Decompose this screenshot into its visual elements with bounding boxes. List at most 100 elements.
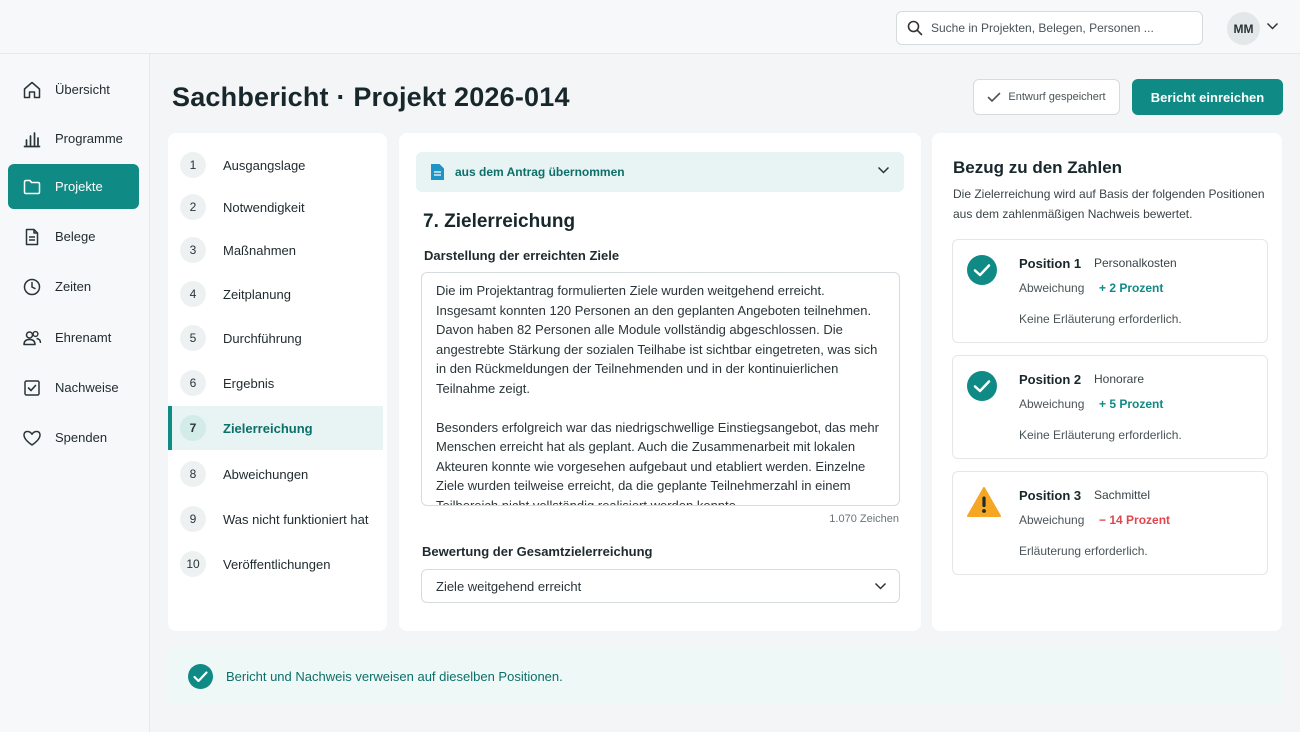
step-label: Ausgangslage [223, 157, 306, 173]
deviation-value: − 14 Prozent [1099, 513, 1171, 527]
home-icon [23, 81, 41, 98]
rating-select[interactable]: Ziele weitgehend erreicht [421, 569, 900, 603]
step-label: Maßnahmen [223, 242, 296, 258]
goals-textarea[interactable]: Die im Projektantrag formulierten Ziele … [421, 272, 900, 506]
step-number: 5 [180, 325, 206, 351]
sidebar-item-label: Übersicht [55, 82, 110, 97]
sidebar-item-label: Nachweise [55, 380, 119, 395]
clock-icon [23, 278, 41, 295]
step-number: 6 [180, 370, 206, 396]
sidebar-item-nachweise[interactable]: Nachweise [8, 365, 139, 410]
rating-value: Ziele weitgehend erreicht [436, 578, 582, 594]
text-field-label: Darstellung der erreichten Ziele [424, 248, 620, 263]
step-item[interactable]: 9 Was nicht funktioniert hat [168, 497, 383, 541]
step-number: 9 [180, 506, 206, 532]
sidebar-item-zeiten[interactable]: Zeiten [8, 264, 139, 309]
check-circle-icon [188, 663, 213, 689]
position-note: Erläuterung erforderlich. [1019, 544, 1148, 558]
position-card: Position 3 Sachmittel Abweichung − 14 Pr… [952, 471, 1268, 575]
search-box[interactable] [896, 11, 1203, 45]
sidebar: Übersicht Programme Projekte Belege Zeit… [0, 54, 150, 732]
chevron-down-icon[interactable] [1266, 22, 1279, 31]
position-type: Sachmittel [1094, 488, 1151, 502]
deviation-label: Abweichung [1019, 397, 1085, 411]
banner-label: aus dem Antrag übernommen [455, 165, 625, 179]
numbers-panel: Bezug zu den Zahlen Die Zielerreichung w… [932, 133, 1282, 631]
step-label: Notwendigkeit [223, 199, 305, 215]
sidebar-item-label: Belege [55, 229, 96, 244]
step-label: Zielerreichung [223, 420, 313, 436]
step-item[interactable]: 5 Durchführung [168, 316, 383, 360]
sidebar-item-projekte[interactable]: Projekte [8, 164, 139, 209]
sidebar-item-label: Programme [55, 131, 123, 146]
rating-label: Bewertung der Gesamtzielerreichung [422, 544, 653, 559]
search-icon [907, 20, 923, 36]
position-note: Keine Erläuterung erforderlich. [1019, 428, 1182, 442]
position-card: Position 2 Honorare Abweichung + 5 Proze… [952, 355, 1268, 459]
position-name: Position 1 [1019, 256, 1082, 271]
position-note: Keine Erläuterung erforderlich. [1019, 312, 1182, 326]
avatar[interactable]: MM [1227, 12, 1260, 45]
check-circle-icon [967, 255, 997, 285]
deviation-label: Abweichung [1019, 513, 1085, 527]
main-panel: aus dem Antrag übernommen 7. Zielerreich… [399, 133, 921, 631]
check-circle-icon [967, 371, 997, 401]
sidebar-item-belege[interactable]: Belege [8, 214, 139, 259]
sidebar-item-spenden[interactable]: Spenden [8, 415, 139, 460]
steps-panel: 1 Ausgangslage 2 Notwendigkeit 3 Maßnahmen … [168, 133, 387, 631]
text-paragraph: Die im Projektantrag formulierten Ziele … [436, 283, 878, 396]
bar-chart-icon [23, 131, 41, 147]
step-item[interactable]: 6 Ergebnis [168, 361, 383, 405]
deviation-label: Abweichung [1019, 281, 1085, 295]
step-label: Ergebnis [223, 375, 275, 391]
search-input[interactable] [931, 21, 1191, 35]
position-card: Position 1 Personalkosten Abweichung + 2… [952, 239, 1268, 343]
step-number: 2 [180, 194, 206, 220]
top-bar: MM [0, 0, 1300, 54]
char-count: 1.070 Zeichen [829, 513, 899, 525]
status-message: Bericht und Nachweis verweisen auf diese… [226, 668, 563, 684]
step-item[interactable]: 8 Abweichungen [168, 452, 383, 496]
checkbox-icon [24, 379, 40, 396]
heart-icon [23, 430, 41, 446]
draft-saved-label: Entwurf gespeichert [1008, 91, 1106, 103]
page-title: Sachbericht · Projekt 2026-014 [172, 82, 570, 112]
step-label: Was nicht funktioniert hat [223, 511, 369, 527]
step-number: 1 [180, 152, 206, 178]
step-label: Veröffentlichungen [223, 556, 331, 572]
submit-report-button[interactable]: Bericht einreichen [1132, 79, 1283, 115]
sidebar-item-label: Ehrenamt [55, 330, 112, 345]
step-item[interactable]: 1 Ausgangslage [168, 143, 383, 187]
chevron-down-icon[interactable] [877, 166, 890, 175]
step-label: Zeitplanung [223, 286, 291, 302]
check-icon [988, 92, 1001, 102]
position-type: Honorare [1094, 372, 1145, 386]
source-banner[interactable]: aus dem Antrag übernommen [416, 152, 904, 192]
sidebar-item-ehrenamt[interactable]: Ehrenamt [8, 315, 139, 360]
step-label: Abweichungen [223, 466, 309, 482]
step-item-active[interactable]: 7 Zielerreichung [168, 406, 383, 450]
step-item[interactable]: 3 Maßnahmen [168, 228, 383, 272]
step-number: 3 [180, 237, 206, 263]
sidebar-item-programme[interactable]: Programme [8, 116, 139, 161]
step-number: 8 [180, 461, 206, 487]
position-name: Position 3 [1019, 488, 1082, 503]
sidebar-item-uebersicht[interactable]: Übersicht [8, 67, 139, 112]
numbers-title: Bezug zu den Zahlen [953, 158, 1123, 177]
step-number: 10 [180, 551, 206, 577]
folder-icon [23, 179, 41, 194]
users-icon [23, 330, 42, 345]
sidebar-item-label: Zeiten [55, 279, 92, 294]
document-icon [25, 228, 39, 245]
deviation-value: + 5 Prozent [1099, 397, 1164, 411]
step-item[interactable]: 4 Zeitplanung [168, 272, 383, 316]
position-type: Personalkosten [1094, 256, 1177, 270]
consistency-status-bar: Bericht und Nachweis verweisen auf diese… [168, 648, 1282, 704]
warning-icon [967, 487, 1001, 517]
deviation-value: + 2 Prozent [1099, 281, 1164, 295]
document-icon [431, 164, 444, 180]
step-item[interactable]: 2 Notwendigkeit [168, 185, 383, 229]
numbers-description: Die Zielerreichung wird auf Basis der fo… [953, 187, 1265, 221]
draft-saved-button[interactable]: Entwurf gespeichert [973, 79, 1120, 115]
step-item[interactable]: 10 Veröffentlichungen [168, 542, 383, 586]
